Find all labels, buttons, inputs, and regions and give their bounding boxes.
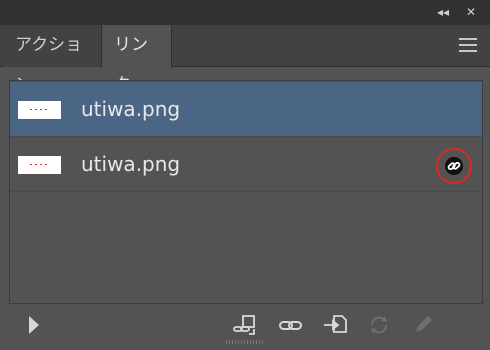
relink-icon[interactable]	[278, 312, 304, 338]
links-list: utiwa.png utiwa.png	[9, 80, 483, 304]
tab-actions[interactable]: アクション	[3, 25, 101, 95]
image-thumbnail	[18, 156, 61, 174]
panel-title-bar: ◂◂ ✕	[0, 0, 490, 25]
empty-list-area	[10, 192, 482, 303]
tab-links[interactable]: リンク	[101, 25, 172, 95]
tab-bar: アクション リンク	[0, 25, 490, 95]
collapse-panel-button[interactable]: ◂◂	[434, 3, 452, 21]
update-link-icon	[366, 312, 392, 338]
link-filename: utiwa.png	[81, 97, 181, 121]
image-thumbnail	[18, 101, 61, 119]
close-panel-button[interactable]: ✕	[462, 3, 480, 21]
link-filename: utiwa.png	[81, 152, 181, 176]
relink-cc-library-icon[interactable]	[232, 312, 258, 338]
link-row[interactable]: utiwa.png	[10, 137, 482, 192]
edit-original-icon	[410, 312, 436, 338]
links-panel: ◂◂ ✕ アクション リンク utiwa.png utiwa.png	[0, 0, 490, 350]
resize-grip[interactable]	[226, 340, 264, 344]
go-to-link-icon[interactable]	[322, 312, 348, 338]
link-row[interactable]: utiwa.png	[10, 82, 482, 137]
panel-menu-icon[interactable]	[459, 38, 477, 54]
play-icon[interactable]	[22, 312, 48, 338]
embedded-link-icon[interactable]	[436, 148, 472, 184]
